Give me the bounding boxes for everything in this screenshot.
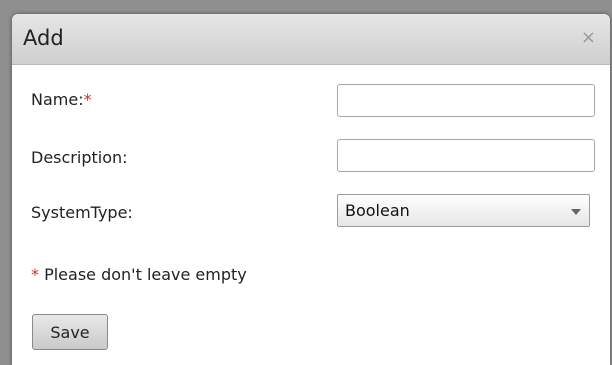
name-label: Name:*: [31, 90, 92, 109]
required-hint: * Please don't leave empty: [31, 265, 247, 284]
name-input[interactable]: [337, 84, 595, 117]
add-dialog: Add × Name:* Description: SystemType: Bo…: [12, 14, 610, 365]
dialog-title: Add: [23, 26, 64, 50]
save-button[interactable]: Save: [32, 314, 108, 350]
chevron-down-icon: [571, 209, 581, 215]
hint-text: Please don't leave empty: [39, 265, 247, 284]
name-label-text: Name:: [31, 90, 84, 109]
hint-asterisk: *: [31, 265, 39, 284]
system-type-select[interactable]: Boolean: [337, 194, 590, 227]
system-type-label: SystemType:: [31, 203, 133, 222]
required-asterisk: *: [83, 90, 92, 109]
system-type-selected-value: Boolean: [345, 201, 410, 220]
description-label: Description:: [31, 148, 128, 167]
dialog-titlebar[interactable]: Add ×: [12, 14, 610, 65]
description-input[interactable]: [337, 139, 595, 172]
close-icon[interactable]: ×: [581, 27, 596, 48]
